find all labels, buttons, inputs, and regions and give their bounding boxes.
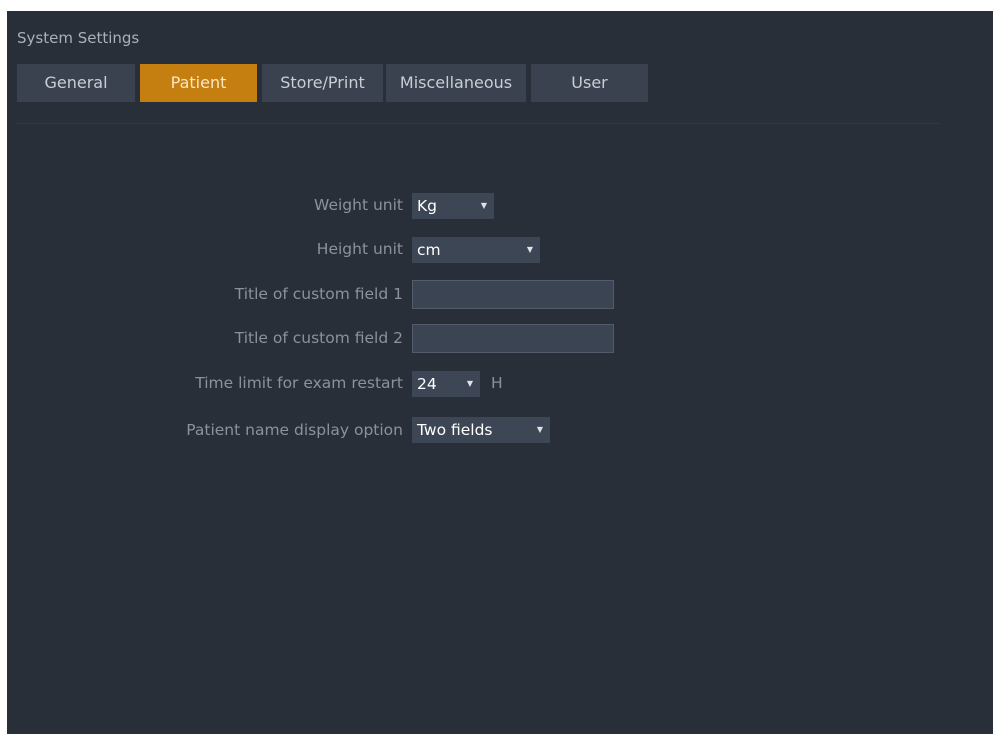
exam-restart-label: Time limit for exam restart bbox=[195, 374, 403, 392]
custom-field-1-input[interactable] bbox=[412, 280, 614, 309]
custom-field-1-label: Title of custom field 1 bbox=[234, 285, 403, 303]
weight-unit-label: Weight unit bbox=[314, 196, 403, 214]
custom-field-2-input[interactable] bbox=[412, 324, 614, 353]
name-display-label: Patient name display option bbox=[186, 421, 403, 439]
exam-restart-select[interactable]: 24 ▼ bbox=[412, 371, 480, 397]
window-title: System Settings bbox=[17, 29, 140, 47]
chevron-down-icon: ▼ bbox=[536, 425, 543, 434]
exam-restart-unit: H bbox=[491, 374, 503, 392]
height-unit-value: cm bbox=[417, 241, 441, 259]
chevron-down-icon: ▼ bbox=[466, 379, 473, 388]
tab-patient[interactable]: Patient bbox=[140, 64, 257, 102]
exam-restart-value: 24 bbox=[417, 375, 437, 393]
height-unit-label: Height unit bbox=[316, 240, 403, 258]
tab-miscellaneous[interactable]: Miscellaneous bbox=[386, 64, 526, 102]
name-display-value: Two fields bbox=[417, 421, 493, 439]
divider bbox=[17, 123, 939, 124]
height-unit-select[interactable]: cm ▼ bbox=[412, 237, 540, 263]
name-display-select[interactable]: Two fields ▼ bbox=[412, 417, 550, 443]
custom-field-2-label: Title of custom field 2 bbox=[234, 329, 403, 347]
chevron-down-icon: ▼ bbox=[480, 201, 487, 210]
weight-unit-select[interactable]: Kg ▼ bbox=[412, 193, 494, 219]
chevron-down-icon: ▼ bbox=[526, 245, 533, 254]
tab-general[interactable]: General bbox=[17, 64, 135, 102]
weight-unit-value: Kg bbox=[417, 197, 438, 215]
system-settings-window: System Settings General Patient Store/Pr… bbox=[7, 11, 993, 734]
tab-user[interactable]: User bbox=[531, 64, 648, 102]
tab-store-print[interactable]: Store/Print bbox=[262, 64, 383, 102]
